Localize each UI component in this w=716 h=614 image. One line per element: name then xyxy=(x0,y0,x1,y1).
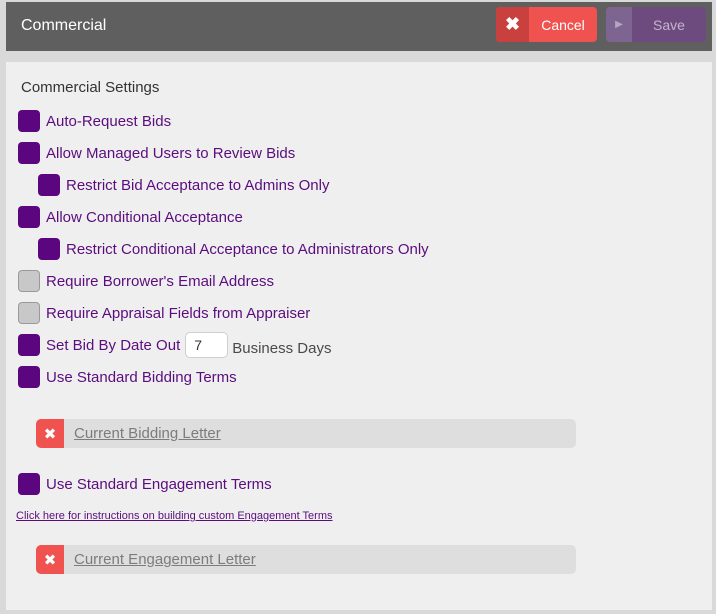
option-label: Auto-Request Bids xyxy=(46,112,172,130)
engagement-letter-bar: ✖ Current Engagement Letter xyxy=(36,545,576,574)
business-days-label: Business Days xyxy=(232,340,332,357)
option-restrict-conditional-acceptance: Restrict Conditional Acceptance to Admin… xyxy=(38,238,429,260)
play-icon: ▶ xyxy=(606,7,632,42)
option-allow-conditional-acceptance: Allow Conditional Acceptance xyxy=(18,206,243,228)
option-set-bid-by-date: Set Bid By Date Out Business Days xyxy=(18,332,332,358)
option-standard-engagement-terms: Use Standard Engagement Terms xyxy=(18,473,272,495)
checkbox-set-bid-by-date[interactable] xyxy=(18,334,40,356)
checkbox-standard-bidding-terms[interactable] xyxy=(18,366,40,388)
checkbox-auto-request-bids[interactable] xyxy=(18,110,40,132)
cancel-button-label: Cancel xyxy=(541,16,585,33)
bidding-letter-link[interactable]: Current Bidding Letter xyxy=(74,425,221,442)
bid-by-days-input[interactable] xyxy=(185,332,229,358)
page-title: Commercial xyxy=(21,17,107,34)
option-allow-managed-users-review: Allow Managed Users to Review Bids xyxy=(18,142,295,164)
checkbox-allow-managed-users-review[interactable] xyxy=(18,142,40,164)
option-label: Allow Conditional Acceptance xyxy=(46,208,243,226)
option-label: Use Standard Engagement Terms xyxy=(46,475,272,493)
checkbox-standard-engagement-terms[interactable] xyxy=(18,473,40,495)
option-standard-bidding-terms: Use Standard Bidding Terms xyxy=(18,366,237,388)
save-button-label: Save xyxy=(653,16,685,33)
option-label: Set Bid By Date Out xyxy=(46,336,181,354)
checkbox-require-borrower-email[interactable] xyxy=(18,270,40,292)
close-icon[interactable]: ✖ xyxy=(36,545,64,574)
engagement-instructions-link[interactable]: Click here for instructions on building … xyxy=(16,510,333,522)
option-label: Restrict Bid Acceptance to Admins Only xyxy=(66,176,330,194)
option-require-borrower-email: Require Borrower's Email Address xyxy=(18,270,274,292)
close-icon[interactable]: ✖ xyxy=(36,419,64,448)
option-restrict-bid-acceptance: Restrict Bid Acceptance to Admins Only xyxy=(38,174,329,196)
option-label: Allow Managed Users to Review Bids xyxy=(46,144,296,162)
option-label: Restrict Conditional Acceptance to Admin… xyxy=(66,240,429,258)
checkbox-require-appraisal-fields[interactable] xyxy=(18,302,40,324)
option-label: Use Standard Bidding Terms xyxy=(46,368,237,386)
option-auto-request-bids: Auto-Request Bids xyxy=(18,110,171,132)
bidding-letter-bar: ✖ Current Bidding Letter xyxy=(36,419,576,448)
option-label: Require Appraisal Fields from Appraiser xyxy=(46,304,311,322)
checkbox-restrict-bid-acceptance[interactable] xyxy=(38,174,60,196)
checkbox-restrict-conditional-acceptance[interactable] xyxy=(38,238,60,260)
save-button[interactable]: ▶ Save xyxy=(606,7,706,42)
close-icon: ✖ xyxy=(496,7,529,42)
checkbox-allow-conditional-acceptance[interactable] xyxy=(18,206,40,228)
header-bar: Commercial ✖ Cancel ▶ Save xyxy=(6,2,712,51)
section-title: Commercial Settings xyxy=(21,79,160,96)
cancel-button[interactable]: ✖ Cancel xyxy=(496,7,597,42)
option-label: Require Borrower's Email Address xyxy=(46,272,274,290)
option-require-appraisal-fields: Require Appraisal Fields from Appraiser xyxy=(18,302,310,324)
engagement-letter-link[interactable]: Current Engagement Letter xyxy=(74,551,256,568)
